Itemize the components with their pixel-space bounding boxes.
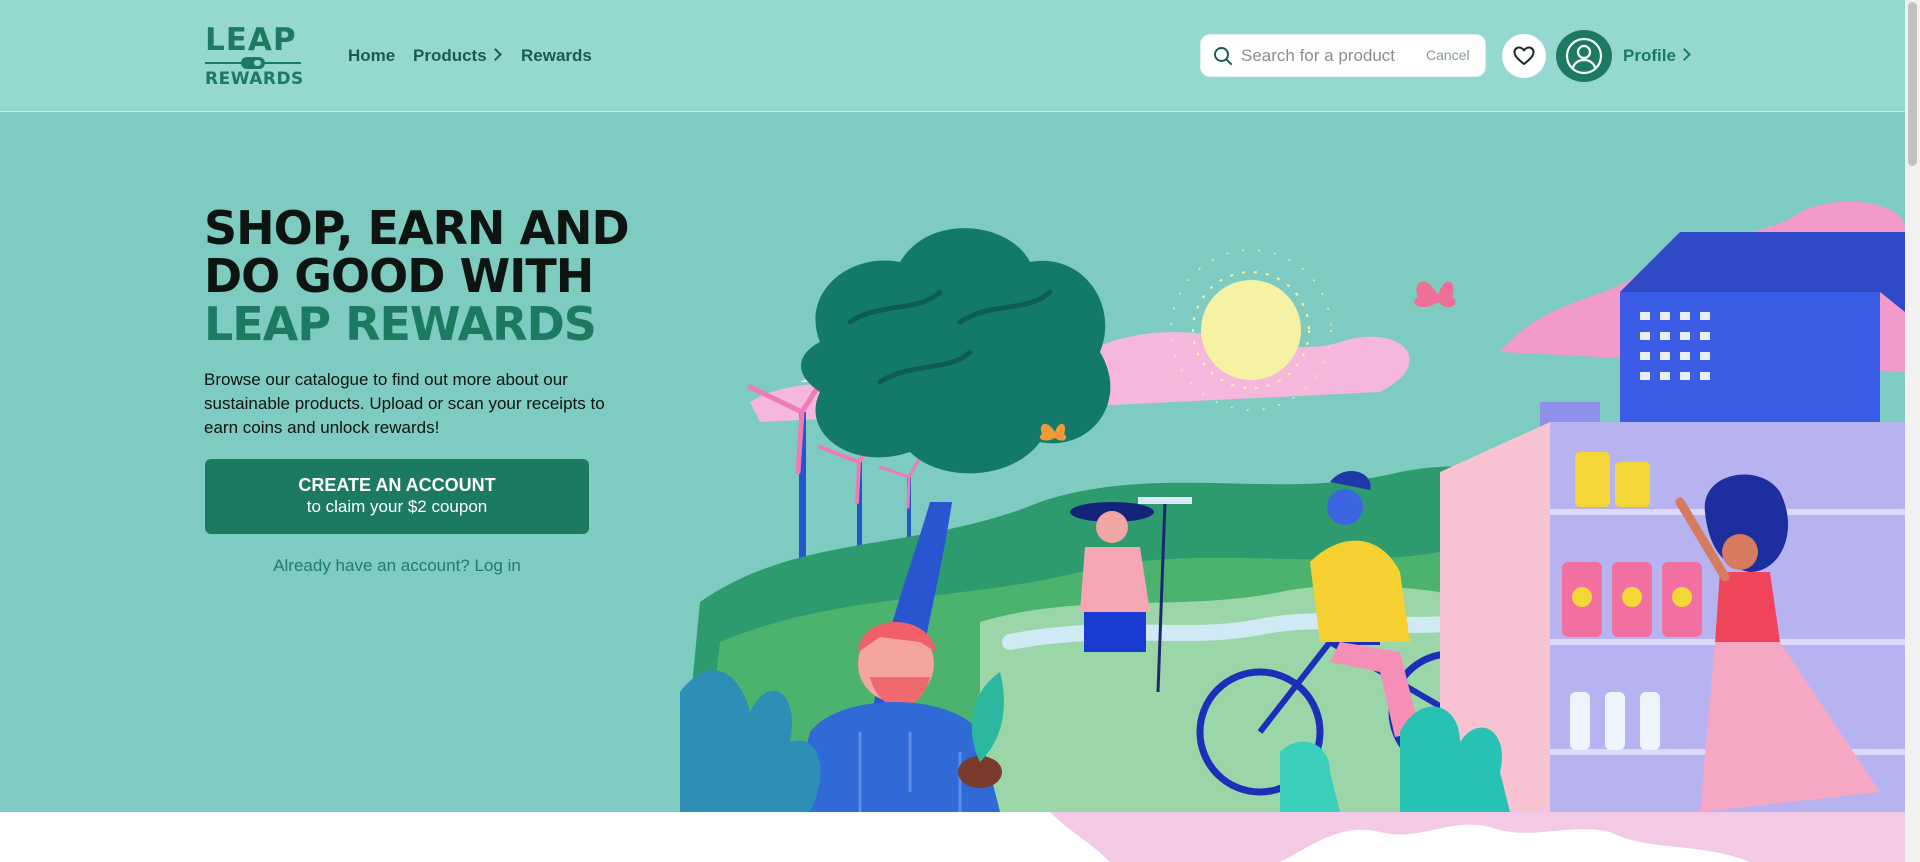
chevron-right-icon <box>1678 48 1691 61</box>
hero-section: SHOP, EARN AND DO GOOD WITH LEAP REWARDS… <box>0 112 1905 812</box>
hero-description: Browse our catalogue to find out more ab… <box>204 370 605 437</box>
heart-icon <box>1513 46 1535 65</box>
decorative-wave <box>1050 812 1905 862</box>
search-input[interactable] <box>1241 43 1411 69</box>
profile-label: Profile <box>1623 46 1676 65</box>
logo-line-1: LEAP <box>205 22 297 58</box>
hero-headline: SHOP, EARN AND DO GOOD WITH LEAP REWARDS <box>204 201 630 351</box>
coupon-label: to claim your $2 coupon <box>306 497 488 516</box>
headline-line-3: LEAP REWARDS <box>204 297 597 351</box>
avatar[interactable] <box>1556 30 1612 82</box>
leap-rewards-logo[interactable]: LEAP REWARDS <box>205 22 304 89</box>
nav-rewards[interactable]: Rewards <box>521 46 592 66</box>
create-account-button[interactable]: CREATE AN ACCOUNT to claim your $2 coupo… <box>205 459 589 534</box>
nav-products[interactable]: Products <box>413 46 502 66</box>
nav-home[interactable]: Home <box>348 46 395 66</box>
hero-illustration <box>680 201 1905 812</box>
logo-toggle-icon <box>241 57 265 69</box>
headline-line-2: DO GOOD WITH <box>204 249 594 303</box>
scrollbar-thumb[interactable] <box>1908 2 1917 166</box>
site-header: LEAP REWARDS Home Products Rewards Cance… <box>0 0 1905 112</box>
search-box: Cancel <box>1200 34 1486 77</box>
nav-products-label: Products <box>413 46 487 65</box>
search-cancel-button[interactable]: Cancel <box>1426 47 1470 63</box>
profile-link[interactable]: Profile <box>1623 46 1691 66</box>
favorites-button[interactable] <box>1502 34 1546 78</box>
logo-line-2: REWARDS <box>205 69 304 89</box>
butterfly-icon <box>1414 281 1456 308</box>
user-icon <box>1565 37 1603 75</box>
nav-home-label: Home <box>348 46 396 65</box>
search-icon[interactable] <box>1213 46 1233 66</box>
create-account-label: CREATE AN ACCOUNT <box>298 475 496 495</box>
login-link[interactable]: Already have an account? Log in <box>205 556 589 576</box>
page-scrollbar[interactable] <box>1905 0 1920 862</box>
chevron-right-icon <box>488 48 502 61</box>
headline-line-1: SHOP, EARN AND <box>204 201 630 255</box>
nav-rewards-label: Rewards <box>521 46 592 65</box>
